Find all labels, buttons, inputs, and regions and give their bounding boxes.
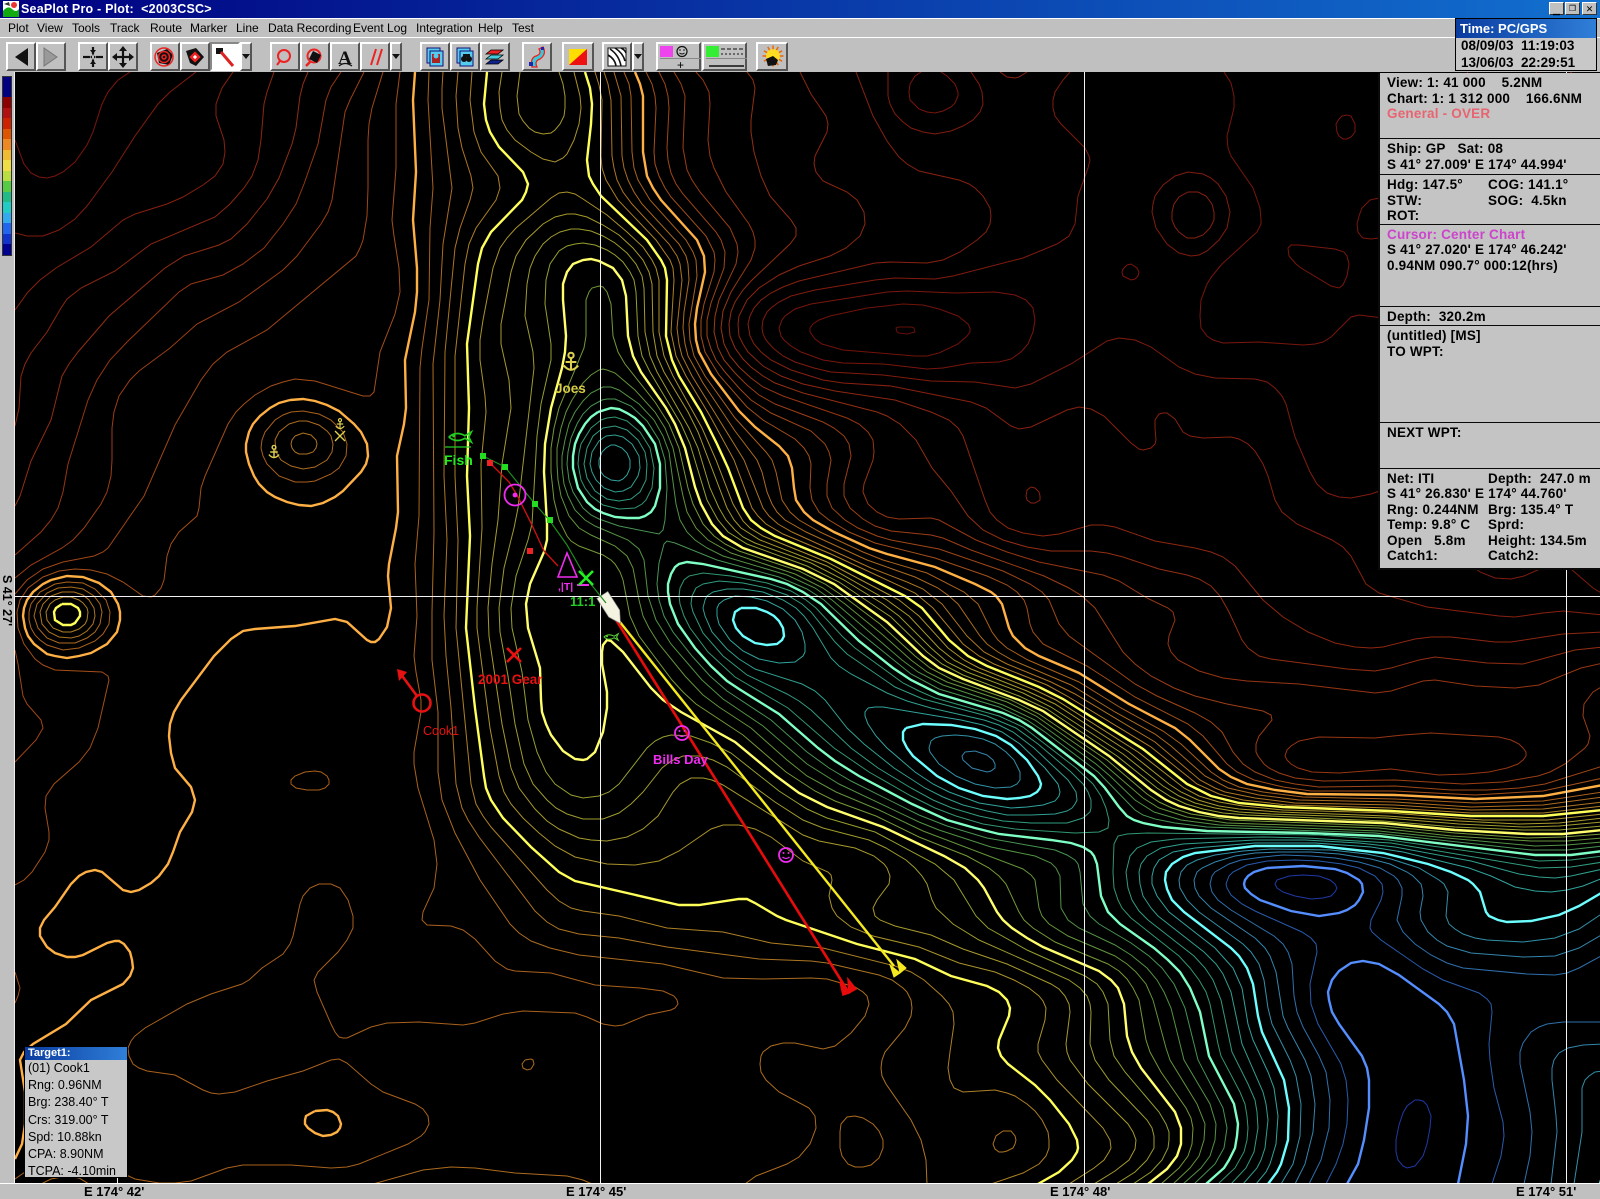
svg-text:Joes: Joes [555, 381, 586, 396]
svg-text:,|T|: ,|T| [558, 581, 573, 593]
svg-text:2001 Gear: 2001 Gear [478, 672, 543, 687]
svg-text:Cook1: Cook1 [423, 724, 459, 738]
svg-text:Bills Day: Bills Day [653, 752, 709, 767]
svg-text:Fish: Fish [444, 452, 473, 468]
svg-text:11:1: 11:1 [570, 594, 595, 609]
